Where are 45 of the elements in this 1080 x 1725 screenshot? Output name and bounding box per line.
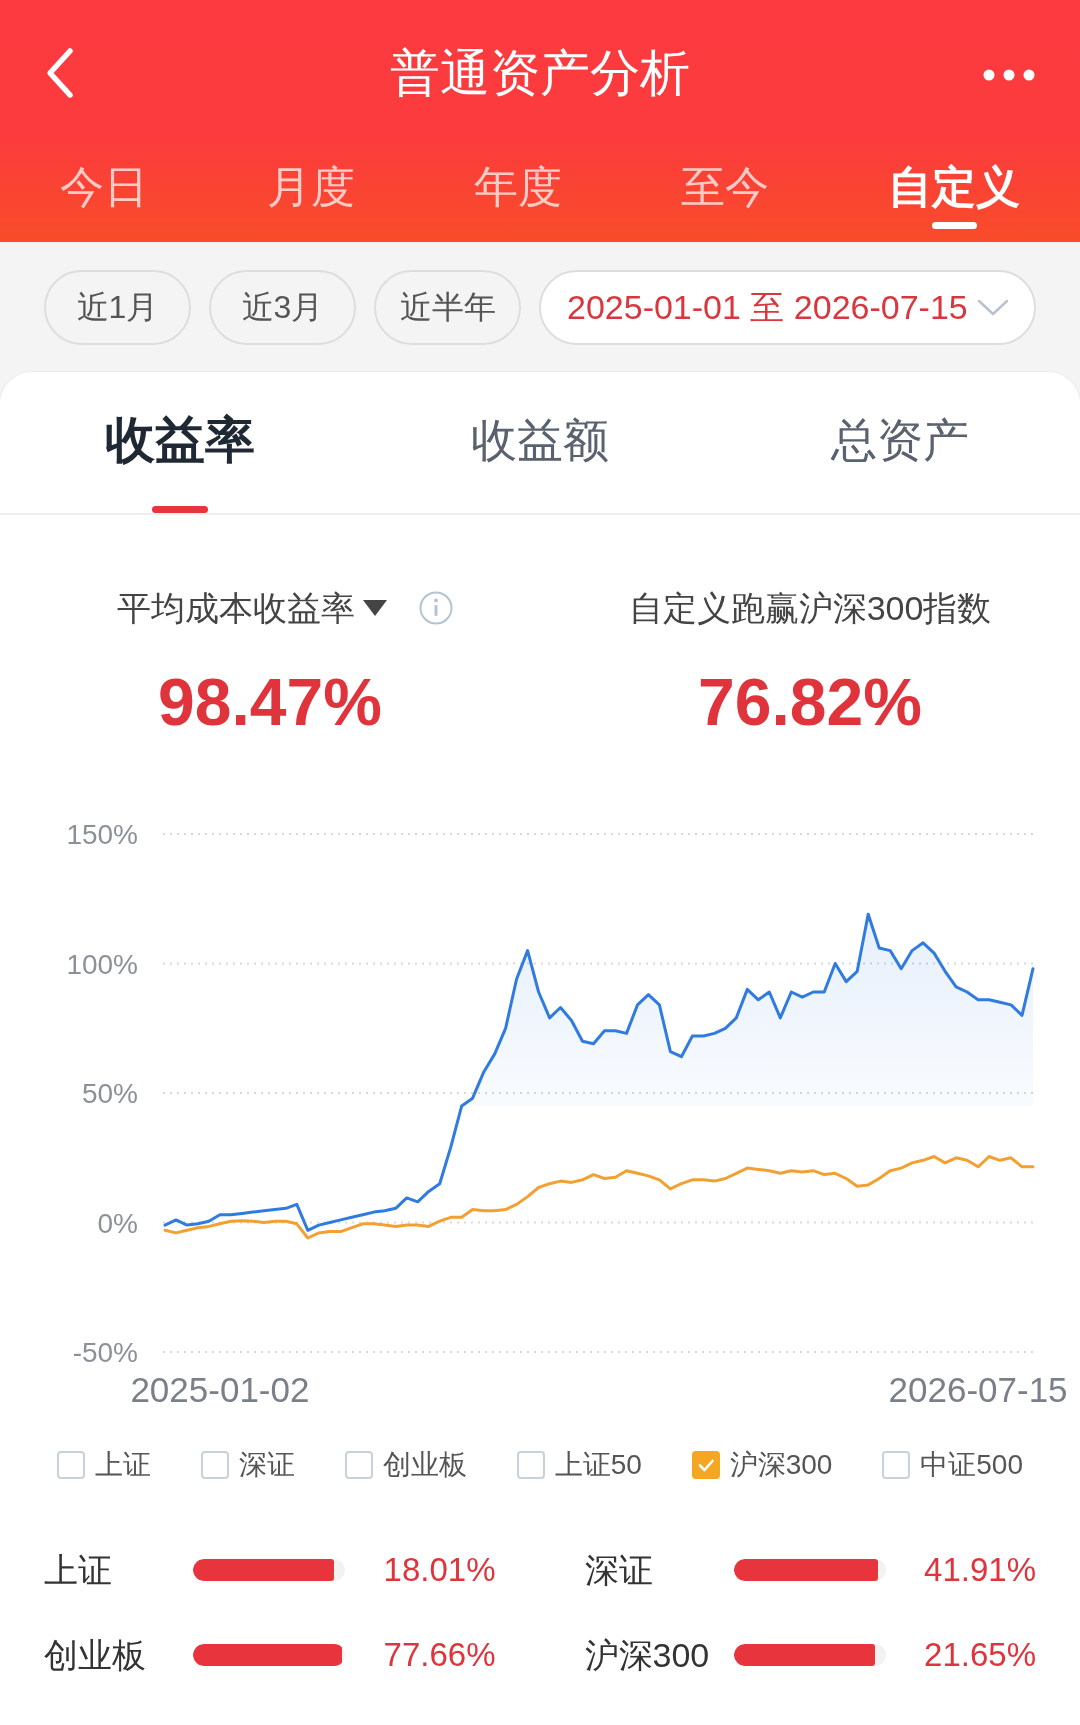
metric-tab[interactable]: 总资产 [831, 410, 969, 513]
index-return: 21.65% [924, 1635, 1036, 1675]
index-toggle[interactable]: 沪深300 [691, 1448, 833, 1482]
range-chip[interactable]: 近1月 [44, 270, 191, 345]
index-toggle[interactable]: 上证50 [516, 1448, 642, 1482]
y-axis-label: -50% [72, 1337, 138, 1368]
x-axis-label: 2026-07-15 [888, 1370, 1068, 1409]
index-name: 深证 [584, 1550, 653, 1590]
checkbox[interactable] [516, 1451, 545, 1479]
y-axis-label: 50% [81, 1078, 138, 1109]
index-return: 18.01% [383, 1550, 496, 1590]
range-chip[interactable]: 近3月 [209, 270, 356, 345]
y-axis-label: 100% [66, 948, 138, 980]
index-name: 沪深300 [584, 1635, 710, 1675]
stat-label: 平均成本收益率 [117, 590, 355, 626]
index-name: 上证 [44, 1550, 112, 1590]
metric-tab[interactable]: 收益率 [105, 410, 255, 513]
x-axis-label: 2025-01-02 [130, 1370, 310, 1409]
metric-tab[interactable]: 收益额 [471, 410, 609, 513]
y-axis-label: 0% [97, 1207, 138, 1239]
index-toggle[interactable]: 中证500 [882, 1448, 1023, 1482]
info-icon[interactable] [419, 591, 453, 625]
checkbox[interactable] [344, 1451, 373, 1479]
stat-value: 98.47% [158, 664, 382, 740]
index-return: 77.66% [383, 1635, 496, 1675]
more-icon[interactable] [983, 69, 1035, 81]
chevron-down-icon [975, 297, 1010, 318]
index-return: 41.91% [924, 1550, 1036, 1590]
index-toggle[interactable]: 深证 [200, 1448, 295, 1482]
caret-down-icon[interactable] [363, 600, 387, 616]
checkbox[interactable] [57, 1451, 85, 1479]
back-icon[interactable] [45, 47, 75, 99]
date-range-picker[interactable]: 2025-01-01 至 2026-07-15 [539, 270, 1036, 345]
index-name: 创业板 [44, 1635, 146, 1675]
period-tab[interactable]: 自定义 [888, 164, 1020, 229]
stat-value: 76.82% [698, 664, 922, 740]
range-chip[interactable]: 近半年 [374, 270, 521, 345]
stat-label: 自定义跑赢沪深300指数 [628, 590, 992, 626]
index-toggle[interactable]: 创业板 [344, 1448, 467, 1482]
checkbox[interactable] [882, 1451, 911, 1479]
index-toggle[interactable]: 上证 [57, 1448, 151, 1482]
y-axis-label: 150% [66, 819, 138, 850]
checkbox[interactable] [200, 1451, 229, 1479]
page-title: 普通资产分析 [390, 44, 690, 103]
checkbox[interactable] [691, 1451, 720, 1479]
